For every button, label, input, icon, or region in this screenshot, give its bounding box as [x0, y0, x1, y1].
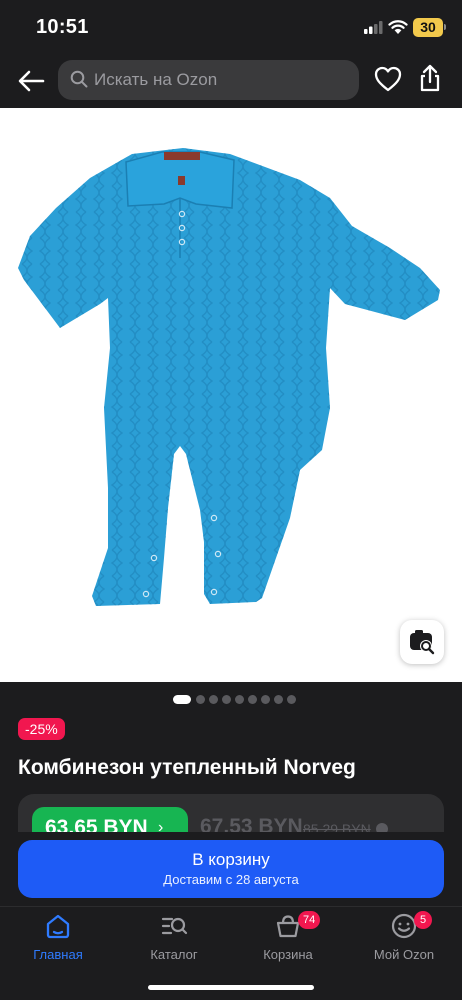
battery-level: 30 — [420, 19, 436, 35]
carousel-dot-active[interactable] — [173, 695, 191, 704]
carousel-dot[interactable] — [287, 695, 296, 704]
status-time: 10:51 — [36, 16, 89, 38]
cart-count-badge: 74 — [298, 911, 321, 929]
battery-tip — [444, 24, 446, 30]
catalog-search-icon — [161, 917, 188, 935]
carousel-dot[interactable] — [261, 695, 270, 704]
home-icon — [46, 914, 70, 939]
profile-notification-badge: 5 — [414, 911, 432, 929]
discount-badge: -25% — [18, 718, 65, 740]
status-bar: 10:51 30 — [0, 0, 462, 54]
nav-label-profile: Мой Ozon — [373, 947, 435, 962]
add-to-cart-label: В корзину — [192, 850, 270, 869]
nav-item-profile[interactable]: 5 Мой Ozon — [346, 907, 462, 971]
share-icon[interactable] — [418, 64, 442, 92]
camera-search-icon — [410, 630, 435, 655]
home-indicator[interactable] — [148, 985, 314, 990]
cellular-signal-icon — [364, 21, 383, 34]
carousel-dot[interactable] — [209, 695, 218, 704]
card-price: 63,65 BYN — [45, 816, 148, 832]
nav-item-catalog[interactable]: Каталог — [116, 907, 232, 971]
product-image[interactable] — [0, 108, 462, 682]
product-title: Комбинезон утепленный Norveg — [18, 756, 356, 779]
old-price: 85,29 BYN — [303, 821, 371, 832]
search-placeholder: Искать на Ozon — [94, 70, 218, 89]
carousel-dot[interactable] — [274, 695, 283, 704]
battery-icon: 30 — [413, 18, 443, 37]
carousel-dot[interactable] — [196, 695, 205, 704]
delivery-date-text: Доставим с 28 августа — [163, 872, 299, 887]
carousel-dot[interactable] — [248, 695, 257, 704]
jumpsuit-illustration — [18, 148, 440, 606]
nav-item-home[interactable]: Главная — [0, 907, 116, 971]
add-to-cart-button[interactable]: В корзину Доставим с 28 августа — [18, 840, 444, 898]
ozon-card-price-button[interactable]: 63,65 BYN › — [32, 807, 188, 832]
carousel-dot[interactable] — [222, 695, 231, 704]
regular-price: 67,53 BYN — [200, 815, 303, 832]
info-icon[interactable] — [376, 823, 388, 832]
top-bar: Искать на Ozon — [0, 54, 462, 108]
price-card[interactable]: 63,65 BYN › 67,53 BYN 85,29 BYN — [18, 794, 444, 832]
carousel-dot[interactable] — [235, 695, 244, 704]
visual-search-button[interactable] — [400, 620, 444, 664]
search-icon — [70, 70, 88, 88]
chevron-right-icon: › — [158, 819, 164, 832]
search-input[interactable]: Искать на Ozon — [58, 60, 359, 100]
nav-label-catalog: Каталог — [150, 947, 198, 962]
nav-label-cart: Корзина — [263, 947, 313, 962]
favorite-heart-icon[interactable] — [374, 66, 402, 92]
back-arrow-icon[interactable] — [16, 66, 46, 96]
nav-item-cart[interactable]: 74 Корзина — [230, 907, 346, 971]
wifi-icon — [388, 20, 408, 34]
nav-label-home: Главная — [33, 947, 83, 962]
